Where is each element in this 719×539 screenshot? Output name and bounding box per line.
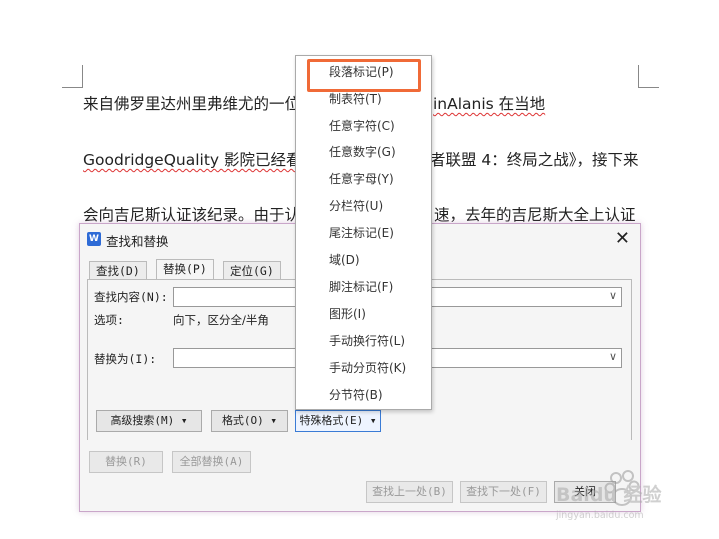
watermark-brand: Baidu 经验 (556, 484, 662, 506)
document-line-1-right: inAlanis 在当地 (433, 95, 546, 113)
special-format-button[interactable]: 特殊格式(E) ▾ (295, 410, 381, 432)
tab-goto[interactable]: 定位(G) (223, 261, 281, 280)
chevron-down-icon[interactable]: ∨ (609, 350, 617, 363)
document-line-3: 会向吉尼斯认证该纪录。由于认 (83, 206, 301, 224)
replace-label: 替换为(I): (94, 352, 157, 366)
chevron-down-icon[interactable]: ∨ (609, 289, 617, 302)
menu-item-section-break[interactable]: 分节符(B) (296, 382, 431, 408)
menu-item-graphic[interactable]: 图形(I) (296, 301, 431, 327)
menu-item-any-digit[interactable]: 任意数字(G) (296, 139, 431, 165)
menu-item-footnote-mark[interactable]: 脚注标记(F) (296, 274, 431, 300)
tab-replace[interactable]: 替换(P) (156, 259, 214, 280)
dialog-title: 查找和替换 (106, 234, 169, 249)
menu-item-field[interactable]: 域(D) (296, 247, 431, 273)
find-label: 查找内容(N): (94, 290, 168, 304)
menu-item-column-break[interactable]: 分栏符(U) (296, 193, 431, 219)
menu-item-tab[interactable]: 制表符(T) (296, 86, 431, 112)
close-icon[interactable]: ✕ (615, 228, 630, 249)
menu-item-endnote-mark[interactable]: 尾注标记(E) (296, 220, 431, 246)
find-previous-button[interactable]: 查找上一处(B) (366, 481, 453, 503)
watermark-url: jingyan.baidu.com (556, 510, 644, 521)
page-corner-top-right (638, 65, 659, 88)
advanced-search-button[interactable]: 高级搜索(M) ▾ (96, 410, 202, 432)
special-format-menu: 段落标记(P) 制表符(T) 任意字符(C) 任意数字(G) 任意字母(Y) 分… (295, 55, 432, 410)
menu-item-manual-page-break[interactable]: 手动分页符(K) (296, 355, 431, 381)
options-label: 选项: (94, 313, 124, 327)
replace-all-button[interactable]: 全部替换(A) (172, 451, 251, 473)
menu-item-any-character[interactable]: 任意字符(C) (296, 113, 431, 139)
menu-item-paragraph-mark[interactable]: 段落标记(P) (296, 59, 431, 85)
menu-item-any-letter[interactable]: 任意字母(Y) (296, 166, 431, 192)
tab-find[interactable]: 查找(D) (89, 261, 147, 280)
menu-item-manual-line-break[interactable]: 手动换行符(L) (296, 328, 431, 354)
format-button[interactable]: 格式(O) ▾ (211, 410, 288, 432)
document-line-2-right: 者联盟 4：终局之战》，接下来 (430, 151, 639, 169)
replace-button[interactable]: 替换(R) (89, 451, 163, 473)
baidu-watermark: Baidu 经验 jingyan.baidu.com (556, 462, 681, 532)
find-next-button[interactable]: 查找下一处(F) (460, 481, 547, 503)
options-value: 向下，区分全/半角 (173, 313, 269, 327)
document-line-2: GoodridgeQuality 影院已经看 (83, 151, 302, 169)
page-corner-top-left (62, 65, 83, 88)
wps-writer-icon: W (87, 232, 101, 246)
document-line-1: 来自佛罗里达州里弗维尤的一位 (83, 95, 301, 113)
document-line-3-right: 速，去年的吉尼斯大全上认证 (434, 206, 636, 224)
